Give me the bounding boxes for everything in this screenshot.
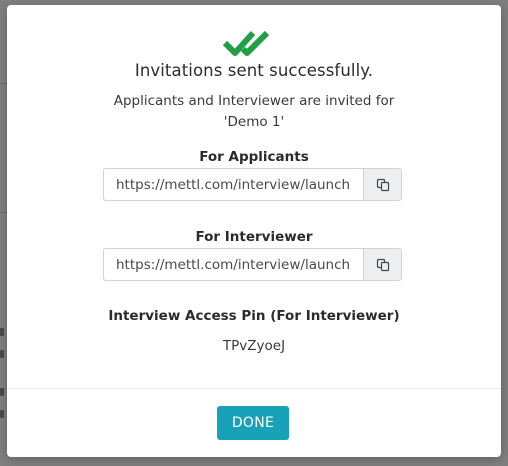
dialog-subtitle: Applicants and Interviewer are invited f… (113, 93, 395, 130)
copy-interviewer-link-button[interactable] (363, 248, 402, 281)
access-pin-label: Interview Access Pin (For Interviewer) (108, 308, 400, 324)
copy-icon (376, 178, 389, 191)
copy-applicants-link-button[interactable] (363, 168, 402, 201)
applicants-link-group (103, 168, 402, 201)
background-text-fragment (0, 410, 4, 418)
footer-divider (7, 388, 501, 389)
interviewer-label: For Interviewer (195, 229, 313, 245)
background-text-fragment (0, 388, 4, 396)
double-check-icon (223, 30, 270, 56)
background-text-fragment (0, 350, 4, 358)
dialog-title: Invitations sent successfully. (134, 61, 374, 80)
access-pin-value: TPvZyoeJ (222, 338, 286, 354)
applicants-link-input[interactable] (103, 168, 364, 201)
applicants-label: For Applicants (199, 149, 309, 165)
interviewer-link-input[interactable] (103, 248, 364, 281)
invitation-success-dialog: Invitations sent successfully. Applicant… (7, 5, 501, 457)
done-button[interactable]: DONE (217, 406, 289, 440)
interviewer-link-group (103, 248, 402, 281)
background-text-fragment (0, 328, 4, 336)
copy-icon (376, 258, 389, 271)
